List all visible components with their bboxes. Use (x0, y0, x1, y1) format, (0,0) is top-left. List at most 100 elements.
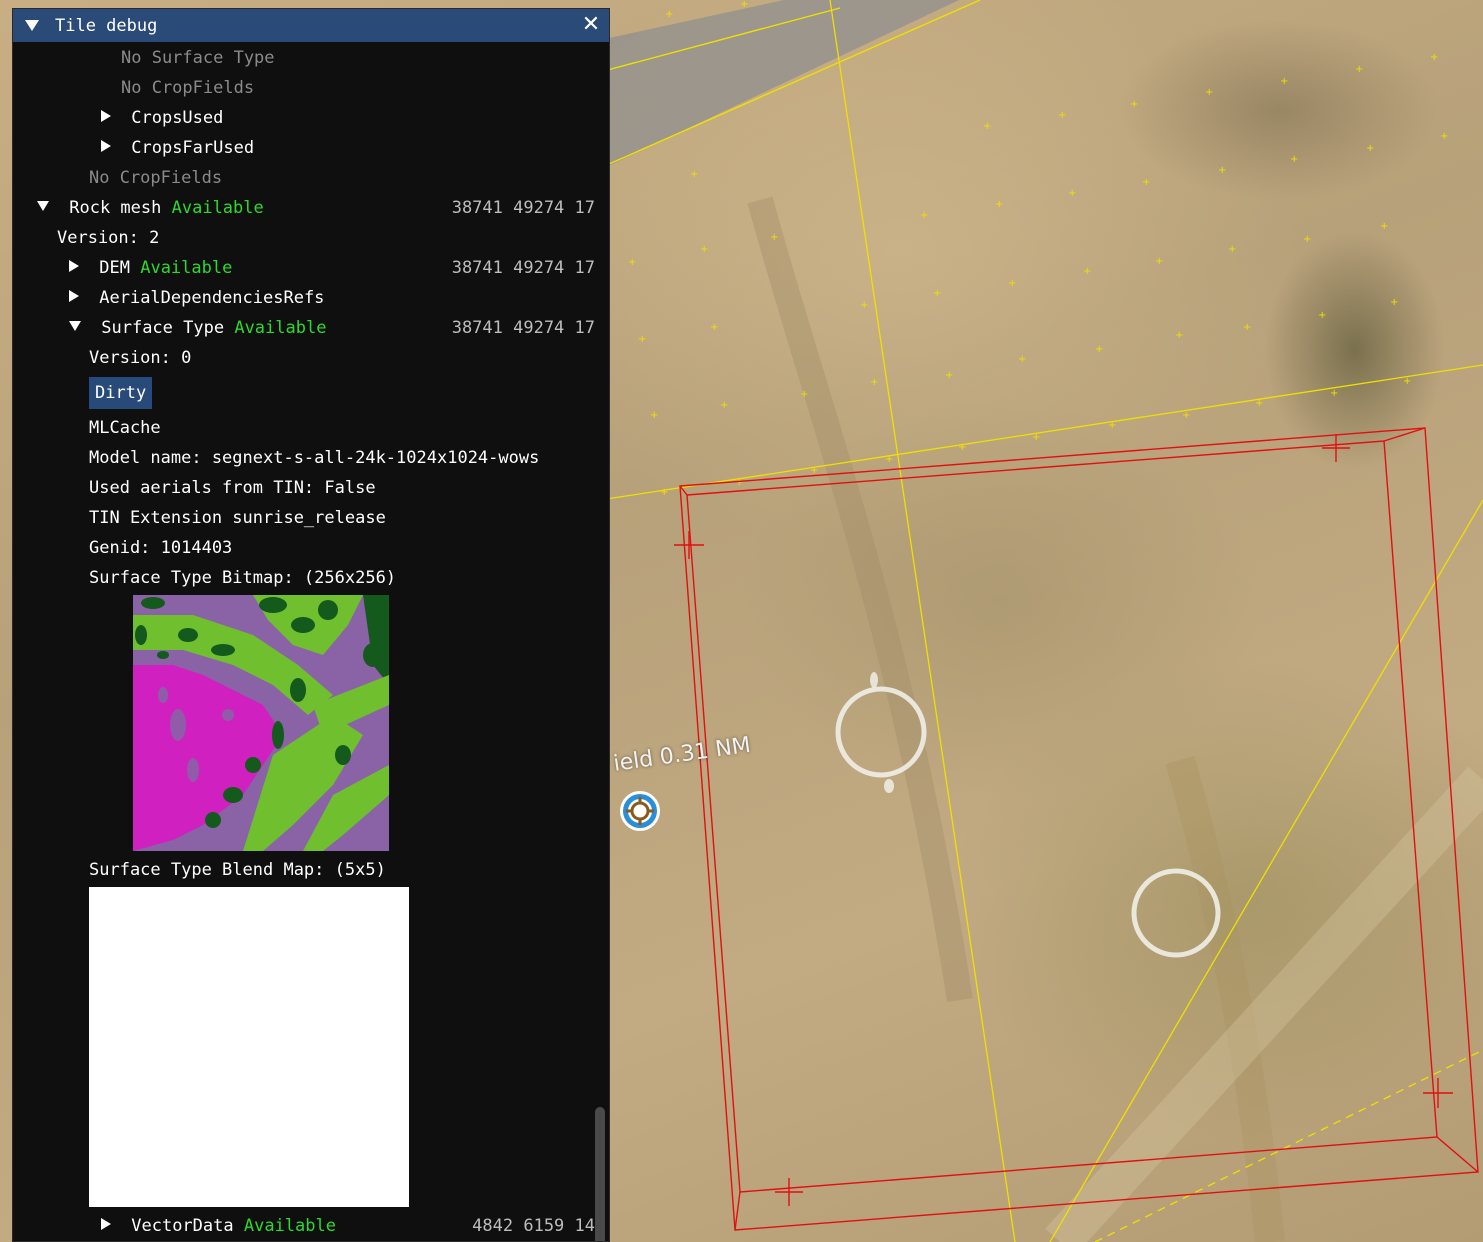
svg-text:+: + (650, 410, 658, 421)
window-titlebar[interactable]: Tile debug ✕ (13, 9, 609, 42)
tree-node-label: DEM (99, 258, 130, 278)
svg-text:+: + (1008, 278, 1016, 289)
svg-text:+: + (1390, 297, 1398, 308)
version-label: Version: 2 (57, 228, 160, 248)
svg-text:+: + (1430, 52, 1438, 63)
svg-text:+: + (920, 210, 928, 221)
svg-text:+: + (1130, 99, 1138, 110)
surface-type-blend-map-image (89, 887, 409, 1207)
svg-text:+: + (628, 257, 636, 268)
version-label: Version: 0 (89, 348, 192, 368)
tree-node-label: Rock mesh (69, 198, 162, 218)
expand-triangle-icon[interactable] (69, 290, 79, 302)
svg-text:+: + (1032, 432, 1040, 443)
tree-node-label: Surface Type (101, 318, 225, 338)
tin-extension-label: TIN Extension sunrise_release (89, 508, 386, 528)
svg-text:+: + (700, 244, 708, 255)
svg-text:+: + (885, 454, 893, 465)
collapse-triangle-icon[interactable] (37, 201, 49, 211)
svg-text:+: + (1218, 165, 1226, 176)
status-available: Available (243, 1216, 336, 1236)
target-icon[interactable] (618, 789, 662, 833)
window-title: Tile debug (55, 15, 158, 36)
vertical-scrollbar[interactable] (595, 1107, 605, 1241)
surface-type-bitmap-image (133, 595, 389, 851)
collapse-triangle-icon[interactable] (25, 20, 39, 31)
svg-text:+: + (945, 370, 953, 381)
svg-text:+: + (1175, 330, 1183, 341)
svg-text:+: + (1155, 256, 1163, 267)
tile-coords: 38741 49274 17 (451, 318, 595, 338)
svg-text:+: + (740, 0, 748, 10)
tree-node-aerial-refs[interactable]: AerialDependenciesRefs (69, 283, 609, 313)
svg-text:+: + (735, 477, 743, 488)
tree-node-rock-mesh[interactable]: Rock mesh Available 38741 49274 17 (37, 193, 609, 223)
status-available: Available (140, 258, 233, 278)
grid-line (599, 364, 1483, 501)
surface-type-bitmap-label: Surface Type Bitmap: (256x256) (89, 568, 397, 588)
svg-text:+: + (660, 487, 668, 498)
svg-text:+: + (1403, 376, 1411, 387)
svg-text:+: + (1303, 234, 1311, 245)
tree-node-label: VectorData (131, 1216, 234, 1236)
expand-triangle-icon[interactable] (69, 260, 79, 272)
collapse-triangle-icon[interactable] (69, 321, 81, 331)
expand-triangle-icon[interactable] (101, 110, 111, 122)
svg-text:+: + (1182, 410, 1190, 421)
status-available: Available (234, 318, 327, 338)
tile-debug-window[interactable]: Tile debug ✕ No Surface Type No CropFiel… (12, 8, 610, 1242)
svg-text:+: + (710, 322, 718, 333)
svg-text:+: + (870, 377, 878, 388)
expand-triangle-icon[interactable] (101, 1218, 111, 1230)
genid-label: Genid: 1014403 (89, 538, 233, 558)
tile-coords: 38741 49274 17 (451, 258, 595, 278)
tree-node-dem[interactable]: DEM Available 38741 49274 17 (69, 253, 609, 283)
svg-text:+: + (665, 9, 673, 20)
tree-node-label: AerialDependenciesRefs (99, 288, 325, 308)
expand-triangle-icon[interactable] (101, 140, 111, 152)
svg-text:+: + (690, 169, 698, 180)
svg-text:+: + (958, 442, 966, 453)
used-aerials-label: Used aerials from TIN: False (89, 478, 376, 498)
tree-node-crops-far-used[interactable]: CropsFarUsed (101, 133, 609, 163)
status-available: Available (171, 198, 264, 218)
svg-text:+: + (860, 300, 868, 311)
close-button[interactable]: ✕ (581, 14, 601, 36)
svg-text:+: + (1440, 131, 1448, 142)
dirty-button[interactable]: Dirty (89, 377, 153, 409)
tree-node-label: CropsUsed (131, 108, 224, 128)
tile-bounds (674, 427, 1479, 1231)
track (747, 196, 973, 1003)
tile-coords: 38741 49274 17 (451, 198, 595, 218)
svg-text:+: + (1108, 420, 1116, 431)
svg-text:+: + (1068, 188, 1076, 199)
svg-text:+: + (1243, 322, 1251, 333)
no-cropfields-label-2: No CropFields (89, 168, 223, 188)
svg-text:+: + (1255, 398, 1263, 409)
svg-text:+: + (638, 334, 646, 345)
svg-text:+: + (810, 465, 818, 476)
svg-text:+: + (1095, 344, 1103, 355)
svg-text:+: + (1280, 76, 1288, 87)
model-name-label: Model name: segnext-s-all-24k-1024x1024-… (89, 448, 540, 468)
svg-text:+: + (995, 199, 1003, 210)
svg-text:+: + (1318, 310, 1326, 321)
mlcache-label: MLCache (89, 418, 161, 438)
tree-node-vector-data[interactable]: VectorData Available 4842 6159 14 (101, 1211, 609, 1241)
svg-text:+: + (1366, 143, 1374, 154)
tree-node-surface-type[interactable]: Surface Type Available 38741 49274 17 (69, 313, 609, 343)
tile-coords: 4842 6159 14 (472, 1216, 595, 1236)
svg-text:+: + (1058, 110, 1066, 121)
surface-type-blend-map-label: Surface Type Blend Map: (5x5) (89, 860, 386, 880)
grid-line (829, 0, 1016, 1242)
svg-text:+: + (983, 121, 991, 132)
svg-text:+: + (720, 400, 728, 411)
svg-text:+: + (1380, 221, 1388, 232)
no-cropfields-label: No CropFields (121, 78, 255, 98)
svg-text:+: + (1083, 266, 1091, 277)
svg-text:+: + (800, 389, 808, 400)
tree-node-crops-used[interactable]: CropsUsed (101, 103, 609, 133)
svg-text:+: + (1018, 354, 1026, 365)
svg-text:+: + (1142, 177, 1150, 188)
svg-text:+: + (1290, 154, 1298, 165)
